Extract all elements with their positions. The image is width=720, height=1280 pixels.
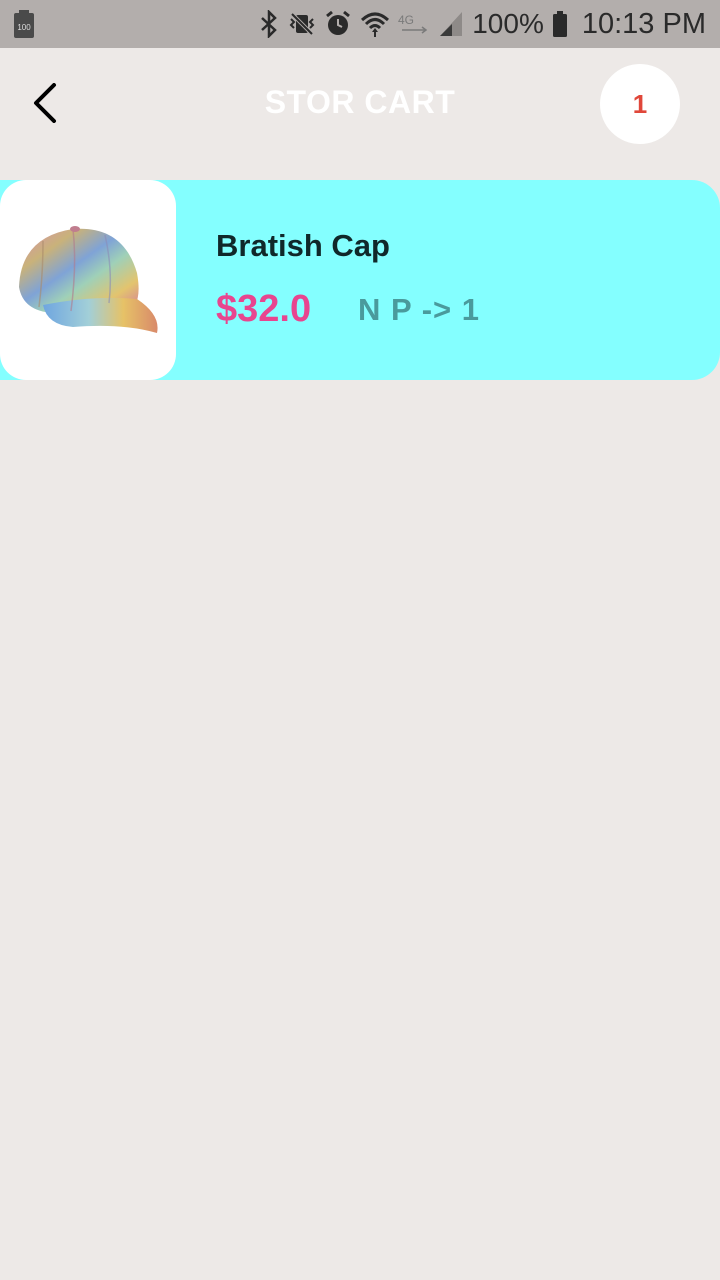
- vibrate-icon: [289, 12, 315, 36]
- product-quantity: N P -> 1: [358, 292, 481, 327]
- product-name: Bratish Cap: [216, 228, 390, 263]
- alarm-icon: [326, 10, 351, 35]
- cart-count-badge[interactable]: 1: [600, 64, 680, 144]
- battery-icon: 100: [14, 10, 34, 38]
- battery-small-label: 100: [17, 23, 31, 32]
- svg-text:4G: 4G: [398, 13, 414, 27]
- product-price: $32.0: [216, 288, 312, 330]
- app-bar: STOR CART 1: [0, 48, 720, 160]
- cap-image: [19, 226, 158, 333]
- status-bar: 100 4G 100% 10:13 PM: [0, 0, 720, 48]
- clock-time: 10:13 PM: [581, 7, 706, 40]
- product-thumbnail: [0, 180, 176, 380]
- bluetooth-icon: [261, 10, 278, 38]
- battery-percent: 100%: [472, 8, 544, 39]
- lte-icon: 4G: [398, 13, 428, 34]
- cart-item[interactable]: Bratish Cap $32.0 N P -> 1: [0, 180, 720, 380]
- battery-icon: [552, 11, 567, 37]
- wifi-icon: [361, 12, 390, 37]
- signal-icon: [440, 12, 463, 36]
